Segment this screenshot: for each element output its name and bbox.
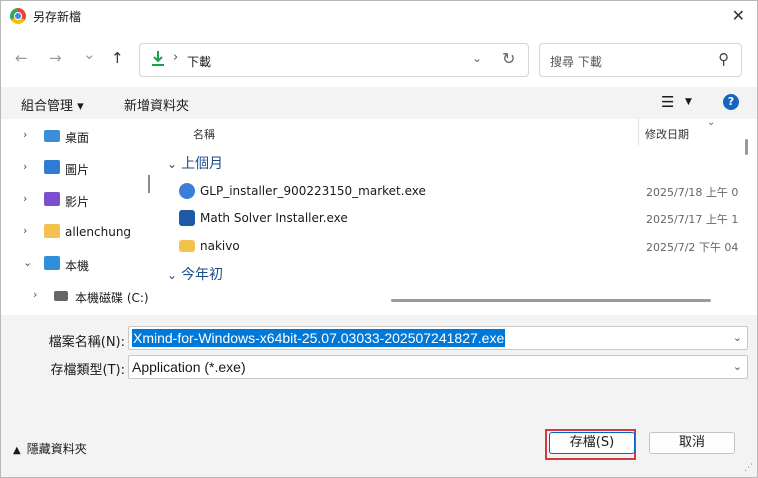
sidebar-item-label: allenchung bbox=[65, 225, 132, 239]
group-label: 今年初 bbox=[181, 267, 224, 283]
refresh-icon[interactable]: ↻ bbox=[502, 49, 515, 68]
sidebar-item-allenchung[interactable]: › allenchung bbox=[1, 220, 159, 244]
file-list: 名稱 修改日期 ⌄ ⌄ 上個月 GLP_installer_900223150_m… bbox=[161, 117, 757, 315]
sidebar-item-label: 影片 bbox=[65, 195, 90, 209]
browser-area: › 桌面 › 圖片 › 影片 › allenchung ⌄ 本機 › 本機磁碟 … bbox=[1, 117, 757, 315]
filetype-dropdown-icon[interactable]: ⌄ bbox=[733, 360, 742, 373]
hide-folders-label: 隱藏資料夾 bbox=[26, 442, 87, 456]
filename-dropdown-icon[interactable]: ⌄ bbox=[733, 331, 742, 344]
sidebar-item-videos[interactable]: › 影片 bbox=[1, 188, 159, 212]
column-header-name[interactable]: 名稱 bbox=[193, 126, 215, 142]
drive-icon bbox=[54, 291, 68, 301]
sort-indicator-icon: ⌄ bbox=[707, 117, 716, 128]
folder-icon bbox=[44, 224, 60, 238]
collapse-caret-icon: ▲ bbox=[13, 445, 21, 456]
filename-label: 檔案名稱(N): bbox=[48, 335, 125, 350]
organize-menu-button[interactable]: 組合管理 ▾ bbox=[21, 95, 84, 114]
title-bar: 另存新檔 ✕ bbox=[1, 1, 757, 31]
dialog-title: 另存新檔 bbox=[33, 10, 82, 24]
hide-folders-toggle[interactable]: ▲ 隱藏資料夾 bbox=[13, 440, 87, 457]
save-button[interactable]: 存檔(S) bbox=[549, 432, 635, 454]
sidebar-item-label: 本機 bbox=[65, 259, 90, 273]
group-header-earlier-this-year[interactable]: ⌄ 今年初 bbox=[167, 264, 223, 284]
file-row[interactable]: Math Solver Installer.exe 2025/7/17 上午 1 bbox=[161, 205, 757, 231]
sidebar-item-pictures[interactable]: › 圖片 bbox=[1, 156, 159, 180]
navigation-pane: › 桌面 › 圖片 › 影片 › allenchung ⌄ 本機 › 本機磁碟 … bbox=[1, 119, 159, 315]
sidebar-item-this-pc[interactable]: ⌄ 本機 bbox=[1, 252, 159, 276]
expand-chevron-icon[interactable]: › bbox=[33, 288, 37, 301]
group-chevron-icon[interactable]: ⌄ bbox=[167, 157, 177, 171]
group-label: 上個月 bbox=[181, 156, 224, 172]
filename-field[interactable]: Xmind-for-Windows-x64bit-25.07.03033-202… bbox=[128, 326, 748, 350]
forward-arrow-icon[interactable]: → bbox=[49, 49, 62, 67]
view-options-caret-icon[interactable]: ▼ bbox=[685, 97, 692, 107]
cancel-button[interactable]: 取消 bbox=[649, 432, 735, 454]
installer-icon bbox=[179, 183, 195, 199]
folder-icon bbox=[179, 240, 195, 252]
sidebar-item-label: 桌面 bbox=[65, 131, 90, 145]
collapse-chevron-icon[interactable]: ⌄ bbox=[23, 256, 32, 269]
filename-input[interactable]: Xmind-for-Windows-x64bit-25.07.03033-202… bbox=[132, 329, 506, 347]
file-date: 2025/7/17 上午 1 bbox=[646, 213, 739, 226]
search-input[interactable]: 搜尋 下載 bbox=[550, 53, 602, 70]
new-folder-button[interactable]: 新增資料夾 bbox=[124, 95, 189, 114]
column-divider[interactable] bbox=[638, 119, 639, 145]
command-toolbar: 組合管理 ▾ 新增資料夾 ☰ ▼ ? bbox=[1, 87, 757, 119]
search-icon[interactable]: ⚲ bbox=[718, 50, 729, 68]
file-date: 2025/7/18 上午 0 bbox=[646, 186, 739, 199]
file-name: GLP_installer_900223150_market.exe bbox=[200, 184, 426, 198]
sidebar-item-label: 圖片 bbox=[65, 163, 90, 177]
resize-grip-icon[interactable]: ⋰ bbox=[744, 463, 753, 473]
computer-icon bbox=[44, 256, 60, 270]
address-bar[interactable]: › 下載 ⌄ ↻ bbox=[139, 43, 529, 77]
navigation-bar: ← → ⌄ ↑ › 下載 ⌄ ↻ 搜尋 下載 ⚲ bbox=[1, 31, 757, 87]
sidebar-item-local-disk[interactable]: › 本機磁碟 (C:) bbox=[11, 284, 169, 308]
filetype-select[interactable]: Application (*.exe) ⌄ bbox=[128, 355, 748, 379]
file-name: nakivo bbox=[200, 239, 240, 253]
file-row[interactable]: GLP_installer_900223150_market.exe 2025/… bbox=[161, 178, 757, 204]
expand-chevron-icon[interactable]: › bbox=[23, 224, 27, 237]
group-header-last-month[interactable]: ⌄ 上個月 bbox=[167, 153, 223, 173]
expand-chevron-icon[interactable]: › bbox=[23, 160, 27, 173]
group-chevron-icon[interactable]: ⌄ bbox=[167, 268, 177, 282]
horizontal-scrollbar[interactable] bbox=[391, 299, 711, 302]
file-date: 2025/7/2 下午 04 bbox=[646, 241, 739, 254]
search-box[interactable]: 搜尋 下載 ⚲ bbox=[539, 43, 742, 77]
column-header-date[interactable]: 修改日期 bbox=[645, 126, 689, 142]
file-name: Math Solver Installer.exe bbox=[200, 211, 348, 225]
close-icon[interactable]: ✕ bbox=[732, 6, 745, 25]
breadcrumb-separator-icon[interactable]: › bbox=[173, 50, 178, 65]
save-fields: 檔案名稱(N): Xmind-for-Windows-x64bit-25.07.… bbox=[1, 315, 757, 410]
back-arrow-icon[interactable]: ← bbox=[15, 49, 28, 67]
up-arrow-icon[interactable]: ↑ bbox=[111, 49, 124, 67]
chrome-icon bbox=[10, 8, 26, 24]
address-dropdown-icon[interactable]: ⌄ bbox=[472, 51, 482, 65]
filetype-label: 存檔類型(T): bbox=[50, 363, 125, 378]
recent-locations-chevron-icon[interactable]: ⌄ bbox=[83, 45, 96, 63]
file-row[interactable]: nakivo 2025/7/2 下午 04 bbox=[161, 233, 757, 259]
expand-chevron-icon[interactable]: › bbox=[23, 128, 27, 141]
save-as-dialog: 另存新檔 ✕ ← → ⌄ ↑ › 下載 ⌄ ↻ 搜尋 下載 ⚲ 組合管理 ▾ 新… bbox=[0, 0, 758, 478]
download-installer-icon bbox=[179, 210, 195, 226]
help-icon[interactable]: ? bbox=[723, 94, 739, 110]
filetype-value: Application (*.exe) bbox=[132, 359, 246, 375]
dialog-footer: ▲ 隱藏資料夾 存檔(S) 取消 ⋰ bbox=[1, 411, 757, 477]
view-options-icon[interactable]: ☰ bbox=[661, 93, 674, 111]
sidebar-item-desktop[interactable]: › 桌面 bbox=[1, 124, 159, 148]
download-folder-icon bbox=[152, 51, 164, 66]
videos-icon bbox=[44, 192, 60, 206]
vertical-scrollbar[interactable] bbox=[745, 139, 748, 155]
sidebar-item-label: 本機磁碟 (C:) bbox=[75, 291, 149, 305]
breadcrumb-downloads[interactable]: 下載 bbox=[187, 53, 211, 70]
sidebar-scrollbar[interactable] bbox=[148, 175, 150, 193]
pictures-icon bbox=[44, 160, 60, 174]
expand-chevron-icon[interactable]: › bbox=[23, 192, 27, 205]
desktop-icon bbox=[44, 130, 60, 142]
